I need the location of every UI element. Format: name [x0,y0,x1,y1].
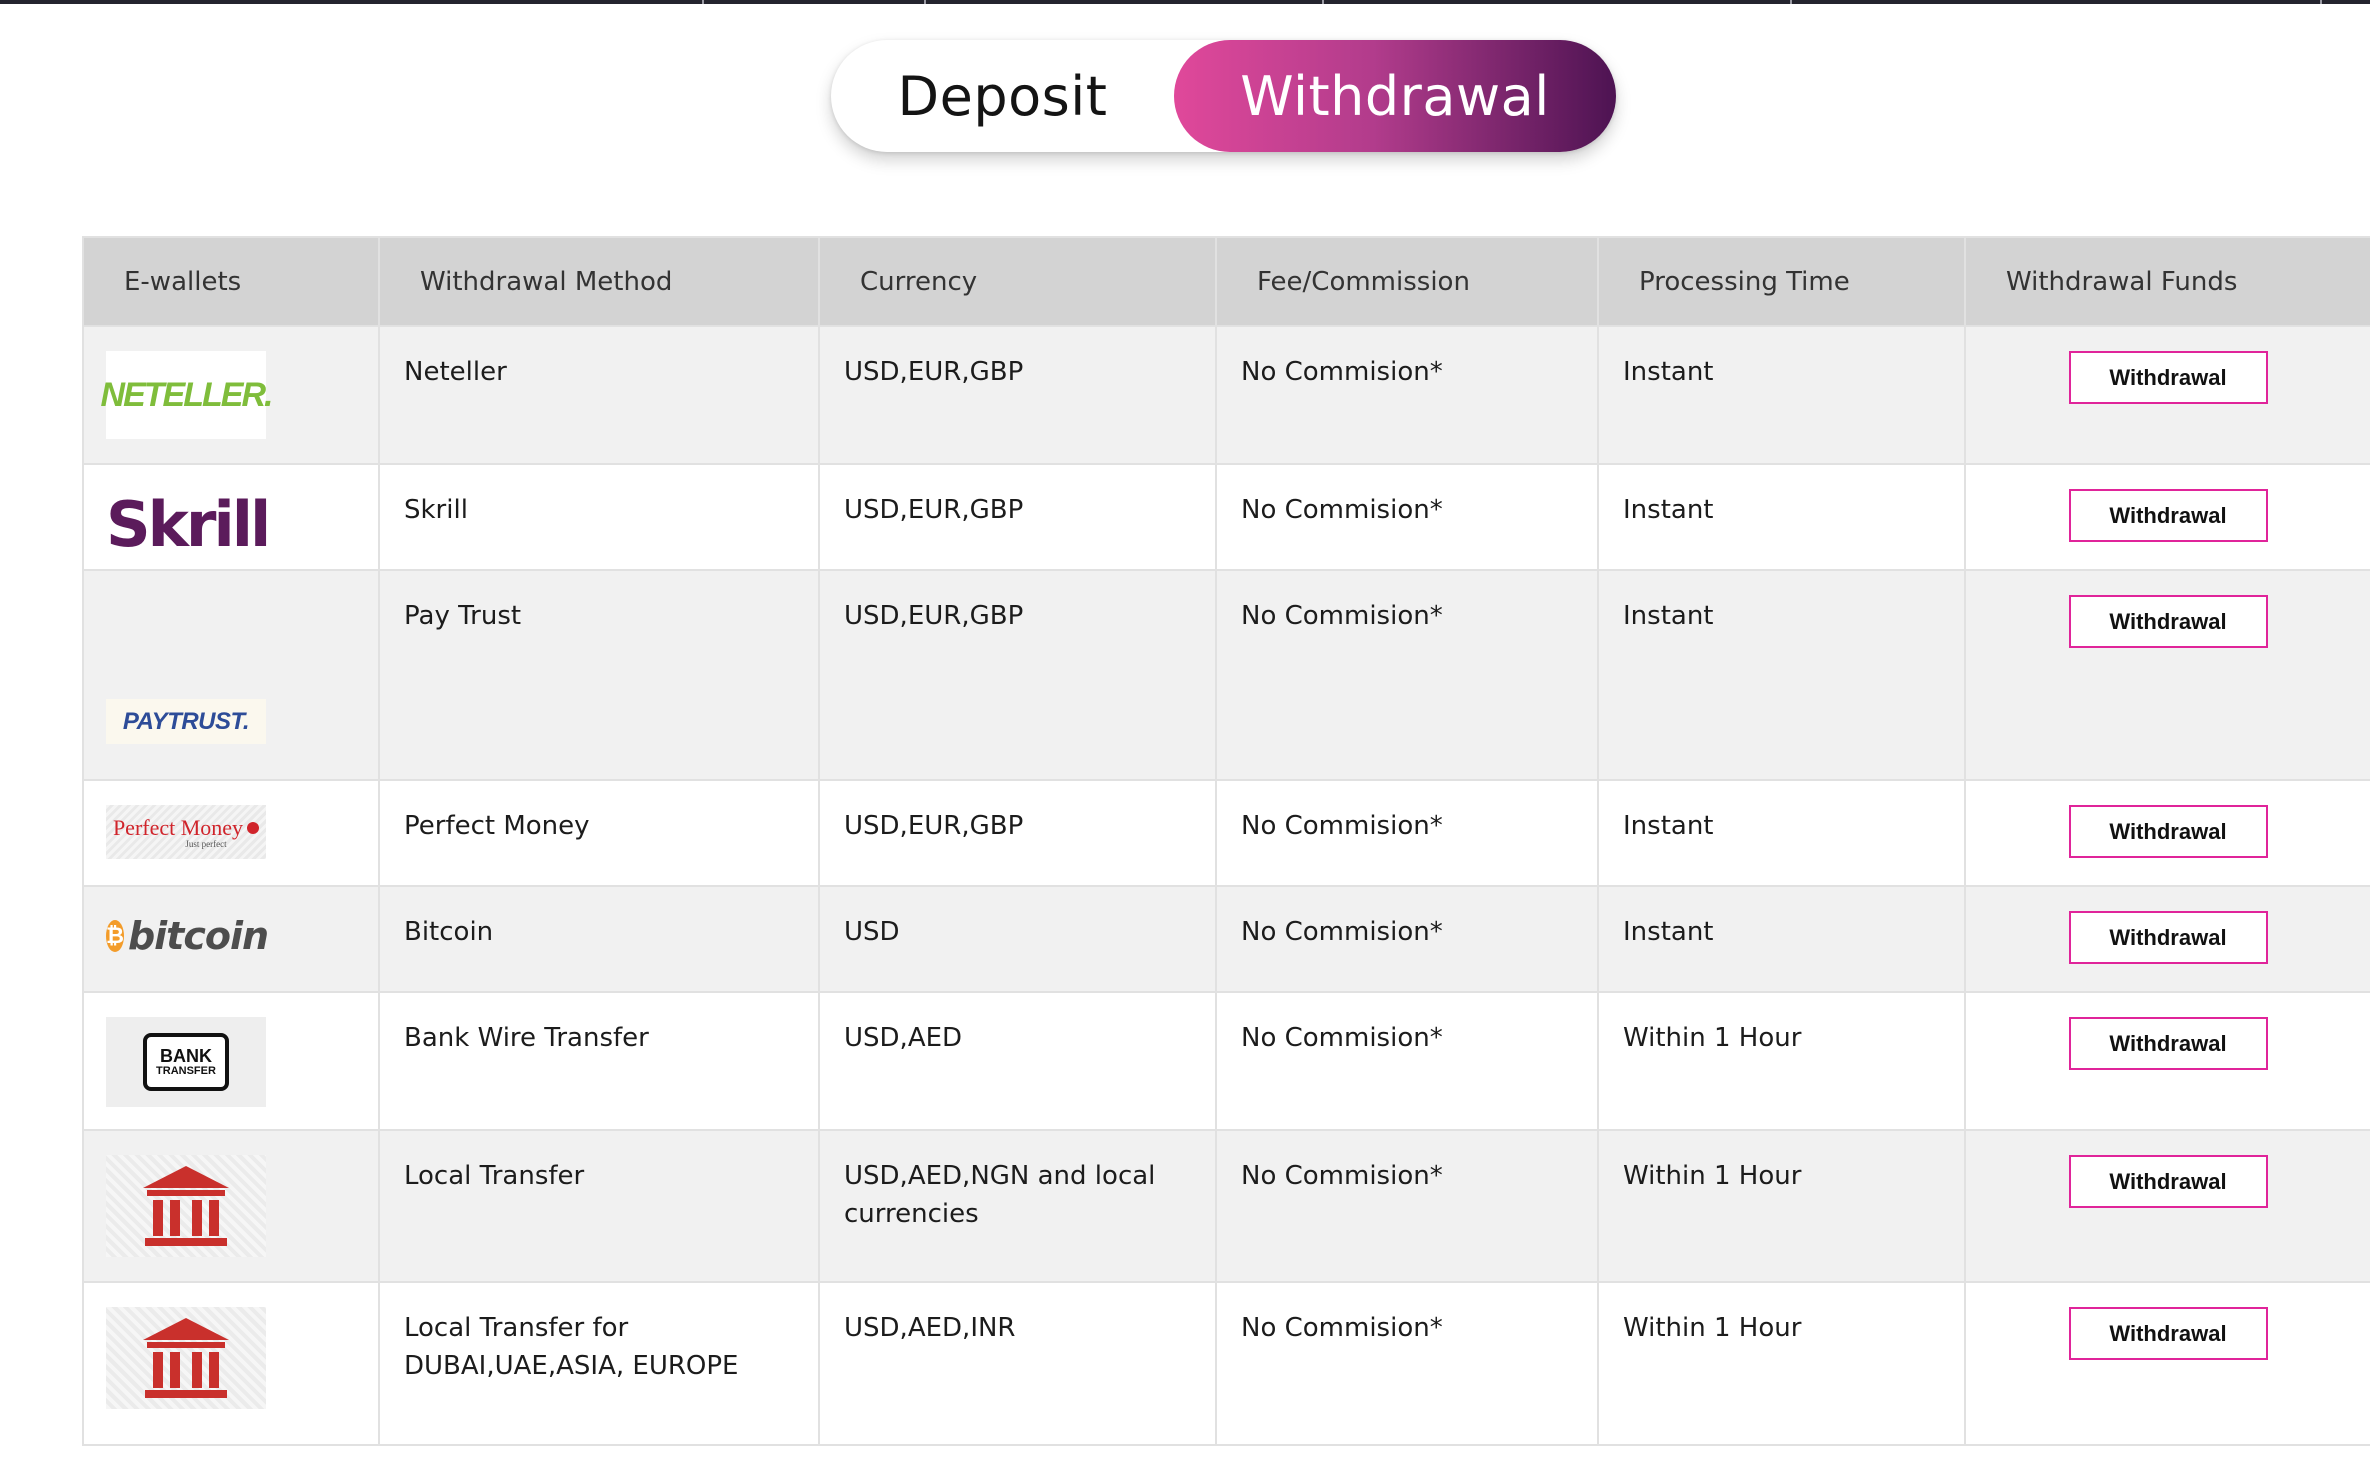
neteller-logo-text: NETELLER. [100,375,274,414]
action-cell: Withdrawal [1964,991,2370,1131]
header-withdrawal-method: Withdrawal Method [378,236,820,327]
bank-transfer-logo: BANK TRANSFER [106,1017,266,1107]
paytrust-logo: PAYTRUST. [106,699,266,744]
action-cell: Withdrawal [1964,1281,2370,1446]
withdrawal-button[interactable]: Withdrawal [2068,911,2268,964]
action-cell: Withdrawal [1964,885,2370,993]
method-cell: Bitcoin [378,885,820,993]
perfect-money-logo-subtext: Just perfect [185,839,227,849]
table-row: PAYTRUST. Pay Trust USD,EUR,GBP No Commi… [82,569,2370,781]
method-cell: Neteller [378,325,820,465]
fee-cell: No Commision* [1215,569,1599,781]
perfect-money-dot-icon [247,822,260,834]
fee-cell: No Commision* [1215,463,1599,571]
bank-transfer-logo-text: BANK [160,1045,212,1066]
fee-cell: No Commision* [1215,1281,1599,1446]
currency-cell: USD [818,885,1217,993]
time-cell: Instant [1597,463,1966,571]
bitcoin-logo: ₿ bitcoin [106,911,269,961]
perfect-money-logo: Perfect Money Just perfect [106,805,266,859]
withdrawal-button[interactable]: Withdrawal [2068,1155,2268,1208]
logo-cell [82,1281,380,1446]
withdrawal-button[interactable]: Withdrawal [2068,1017,2268,1070]
withdrawal-button[interactable]: Withdrawal [2068,489,2268,542]
currency-cell: USD,EUR,GBP [818,779,1217,887]
time-cell: Within 1 Hour [1597,991,1966,1131]
fee-cell: No Commision* [1215,779,1599,887]
withdrawal-tab[interactable]: Withdrawal [1174,40,1616,152]
neteller-logo: NETELLER. [101,351,273,439]
header-fee-commission: Fee/Commission [1215,236,1599,327]
method-cell: Skrill [378,463,820,571]
table-row: BANK TRANSFER Bank Wire Transfer USD,AED… [82,991,2370,1131]
method-cell: Bank Wire Transfer [378,991,820,1131]
logo-cell [82,1129,380,1283]
table-header-row: E-wallets Withdrawal Method Currency Fee… [82,236,2370,327]
action-cell: Withdrawal [1964,463,2370,571]
method-cell: Perfect Money [378,779,820,887]
time-cell: Within 1 Hour [1597,1281,1966,1446]
logo-cell: NETELLER. [82,325,380,465]
withdrawal-button[interactable]: Withdrawal [2068,805,2268,858]
deposit-withdrawal-toggle: Deposit Withdrawal [831,40,1616,152]
header-processing-time: Processing Time [1597,236,1966,327]
currency-cell: USD,AED,INR [818,1281,1217,1446]
bitcoin-coin-icon: ₿ [106,920,124,952]
logo-cell: BANK TRANSFER [82,991,380,1131]
table-row: Local Transfer for DUBAI,UAE,ASIA, EUROP… [82,1281,2370,1446]
skrill-logo: Skrill [106,487,271,561]
withdrawal-methods-table: E-wallets Withdrawal Method Currency Fee… [82,236,2370,1446]
logo-cell: Perfect Money Just perfect [82,779,380,887]
table-row: Skrill Skrill USD,EUR,GBP No Commision* … [82,463,2370,571]
bank-transfer-logo-subtext: TRANSFER [156,1064,216,1077]
header-withdrawal-funds: Withdrawal Funds [1964,236,2370,327]
table-row: Local Transfer USD,AED,NGN and local cur… [82,1129,2370,1283]
deposit-tab[interactable]: Deposit [831,40,1174,152]
currency-cell: USD,AED,NGN and local currencies [818,1129,1217,1283]
withdrawal-button[interactable]: Withdrawal [2068,595,2268,648]
currency-cell: USD,AED [818,991,1217,1131]
bitcoin-logo-text: bitcoin [127,914,269,958]
header-ewallets: E-wallets [82,236,380,327]
time-cell: Instant [1597,569,1966,781]
method-cell: Pay Trust [378,569,820,781]
fee-cell: No Commision* [1215,325,1599,465]
withdrawal-button[interactable]: Withdrawal [2068,1307,2268,1360]
method-cell: Local Transfer [378,1129,820,1283]
fee-cell: No Commision* [1215,1129,1599,1283]
top-bar [0,0,2370,4]
header-currency: Currency [818,236,1217,327]
table-row: NETELLER. Neteller USD,EUR,GBP No Commis… [82,325,2370,465]
perfect-money-logo-text: Perfect Money [112,815,244,840]
currency-cell: USD,EUR,GBP [818,325,1217,465]
table-row: Perfect Money Just perfect Perfect Money… [82,779,2370,887]
time-cell: Instant [1597,779,1966,887]
logo-cell: PAYTRUST. [82,569,380,781]
currency-cell: USD,EUR,GBP [818,569,1217,781]
logo-cell: Skrill [82,463,380,571]
action-cell: Withdrawal [1964,325,2370,465]
time-cell: Within 1 Hour [1597,1129,1966,1283]
action-cell: Withdrawal [1964,779,2370,887]
currency-cell: USD,EUR,GBP [818,463,1217,571]
bank-building-icon [106,1307,266,1409]
action-cell: Withdrawal [1964,569,2370,781]
method-cell: Local Transfer for DUBAI,UAE,ASIA, EUROP… [378,1281,820,1446]
fee-cell: No Commision* [1215,885,1599,993]
table-row: ₿ bitcoin Bitcoin USD No Commision* Inst… [82,885,2370,993]
fee-cell: No Commision* [1215,991,1599,1131]
bank-building-icon [106,1155,266,1257]
logo-cell: ₿ bitcoin [82,885,380,993]
time-cell: Instant [1597,885,1966,993]
skrill-logo-text: Skrill [106,487,271,561]
time-cell: Instant [1597,325,1966,465]
action-cell: Withdrawal [1964,1129,2370,1283]
paytrust-logo-text: PAYTRUST. [122,707,250,735]
withdrawal-button[interactable]: Withdrawal [2068,351,2268,404]
